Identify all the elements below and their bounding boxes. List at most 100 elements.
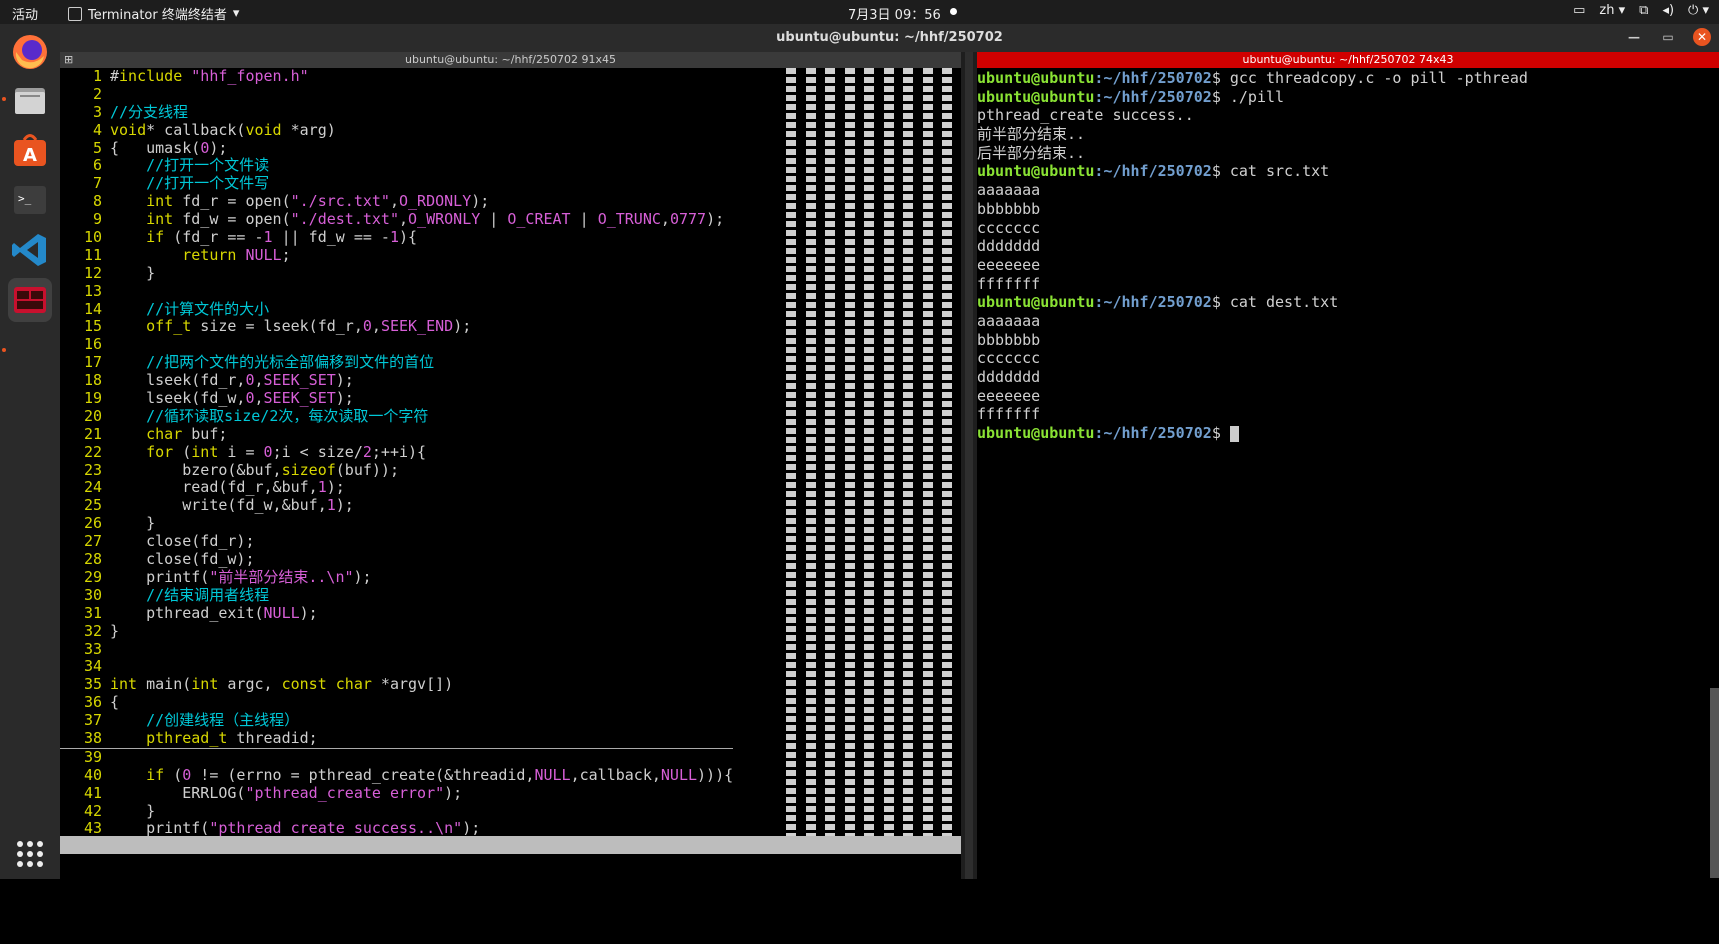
code-text: //把两个文件的光标全部偏移到文件的首位 [110, 353, 435, 372]
files-icon [15, 88, 45, 114]
code-line[interactable]: 32} [60, 621, 733, 641]
code-text: } [110, 621, 120, 640]
terminal-pane-left[interactable]: ⊞ ubuntu@ubuntu: ~/hhf/250702 91x45 1 #in… [60, 52, 967, 926]
dock-firefox[interactable] [8, 30, 52, 74]
line-number: 28 [83, 550, 102, 569]
top-bar: 活动 Terminator 终端终结者 ▾ 7月3日 09：56 ▭ zh ▾ … [0, 0, 1719, 24]
code-line[interactable]: 41 ERRLOG("pthread_create error"); [60, 783, 733, 803]
terminal-scrollbar[interactable] [1710, 688, 1719, 878]
status-position: 38,20-23 [607, 872, 680, 890]
terminal-output-line: ccccccc [977, 349, 1528, 369]
code-line[interactable]: 10 if (fd_r == -1 || fd_w == -1){ [60, 228, 733, 247]
code-line[interactable]: 6 //打开一个文件读 [60, 157, 733, 175]
minimize-button[interactable]: — [1625, 28, 1643, 46]
code-line[interactable]: 23 bzero(&buf,sizeof(buf)); [60, 461, 733, 480]
code-line[interactable]: 29 printf("前半部分结束..\n"); [60, 568, 733, 587]
code-line[interactable]: 2 [60, 85, 733, 104]
code-line[interactable]: 39 [60, 748, 733, 767]
code-line[interactable]: 3 //分支线程 [60, 103, 733, 122]
line-number: 6 [92, 156, 102, 175]
code-text: int fd_w = open("./dest.txt",O_WRONLY | … [146, 210, 725, 229]
code-line[interactable]: 19 lseek(fd_w,0,SEEK_SET); [60, 389, 733, 408]
code-line[interactable]: 9 int fd_w = open("./dest.txt",O_WRONLY … [60, 210, 733, 229]
volume-icon[interactable]: ◂) [1662, 3, 1674, 18]
code-line[interactable]: 36 { [60, 693, 733, 712]
terminal-pane-right[interactable]: ubuntu@ubuntu: ~/hhf/250702 74x43 ubuntu… [977, 52, 1719, 879]
dock-terminator[interactable] [8, 278, 52, 322]
activities-button[interactable]: 活动 [12, 4, 38, 23]
input-method[interactable]: zh ▾ [1599, 3, 1625, 18]
code-text: } [110, 801, 156, 820]
code-line[interactable]: 14 //计算文件的大小 [60, 300, 733, 319]
code-line[interactable]: 4 void* callback(void *arg) [60, 120, 733, 140]
network-icon[interactable]: ⧉ [1639, 3, 1648, 18]
keyboard-icon[interactable]: ▭ [1573, 3, 1585, 18]
code-line[interactable]: 35 int main(int argc, const char *argv[]) [60, 675, 733, 694]
pane-divider[interactable] [961, 52, 977, 879]
window-titlebar[interactable]: ubuntu@ubuntu: ~/hhf/250702 — ▭ ✕ [60, 24, 1719, 52]
code-line[interactable]: 5 { umask(0); [60, 139, 733, 158]
dock-files[interactable] [8, 78, 52, 122]
code-line[interactable]: 28 close(fd_w); [60, 550, 733, 569]
app-menu[interactable]: Terminator 终端终结者 ▾ [68, 4, 239, 23]
code-line[interactable]: 40 if (0 != (errno = pthread_create(&thr… [60, 766, 733, 785]
code-line[interactable]: 30 //结束调用者线程 [60, 585, 733, 605]
line-number: 27 [83, 532, 102, 551]
prompt-path: :~/hhf/250702 [1094, 87, 1212, 106]
code-text: ERRLOG("pthread_create error"); [110, 783, 463, 802]
code-line[interactable]: 20 //循环读取size/2次，每次读取一个字符 [60, 407, 733, 426]
pane-title-left[interactable]: ⊞ ubuntu@ubuntu: ~/hhf/250702 91x45 [60, 52, 961, 68]
prompt-symbol: $ [1211, 293, 1230, 312]
code-line[interactable]: 34 [60, 657, 733, 676]
line-number: 34 [83, 657, 102, 676]
code-line[interactable]: 27 close(fd_r); [60, 532, 733, 551]
code-line[interactable]: 37 //创建线程（主线程） [60, 711, 733, 730]
dock-terminal[interactable]: >_ [8, 178, 52, 222]
dock-vscode[interactable] [8, 228, 52, 272]
code-line[interactable]: 21 char buf; [60, 425, 733, 444]
code-line[interactable]: 42 } [60, 801, 733, 821]
vim-vertical-separator [805, 68, 816, 836]
power-icon[interactable]: ⏻ ▾ [1688, 3, 1709, 18]
maximize-button[interactable]: ▭ [1659, 28, 1677, 46]
close-button[interactable]: ✕ [1693, 28, 1711, 46]
show-apps-button[interactable] [8, 832, 52, 876]
prompt-path: :~/hhf/250702 [1094, 162, 1212, 181]
dock: A >_ [0, 24, 60, 879]
code-line[interactable]: 38 pthread_t threadid; [60, 729, 734, 749]
split-icon[interactable]: ⊞ [64, 52, 73, 68]
vim-vertical-separator [844, 68, 855, 836]
code-line[interactable]: 24 read(fd_r,&buf,1); [60, 479, 733, 497]
command-text: gcc threadcopy.c -o pill -pthread [1229, 69, 1528, 87]
code-line[interactable]: 12 } [60, 264, 733, 283]
code-line[interactable]: 7 //打开一个文件写 [60, 174, 733, 193]
code-line[interactable]: 17 //把两个文件的光标全部偏移到文件的首位 [60, 353, 733, 372]
line-number: 32 [83, 621, 102, 640]
code-line[interactable]: 18 lseek(fd_r,0,SEEK_SET); [60, 371, 733, 390]
code-line[interactable]: 1 #include "hhf_fopen.h" [60, 67, 733, 86]
code-line[interactable]: 15 off_t size = lseek(fd_r,0,SEEK_END); [60, 318, 733, 336]
running-indicator [2, 348, 6, 352]
system-tray[interactable]: ▭ zh ▾ ⧉ ◂) ⏻ ▾ [1573, 3, 1709, 18]
code-line[interactable]: 25 write(fd_w,&buf,1); [60, 496, 733, 515]
output-text: aaaaaaa [977, 311, 1041, 330]
pane-title-right[interactable]: ubuntu@ubuntu: ~/hhf/250702 74x43 [977, 52, 1719, 68]
code-line[interactable]: 11 return NULL; [60, 246, 733, 265]
terminal-output[interactable]: ubuntu@ubuntu:~/hhf/250702$ gcc threadco… [977, 69, 1528, 444]
prompt-user: ubuntu@ubuntu [977, 87, 1095, 106]
code-line[interactable]: 22 for (int i = 0;i < size/2;++i){ [60, 443, 733, 462]
prompt-path: :~/hhf/250702 [1094, 424, 1212, 443]
output-text: ccccccc [977, 218, 1041, 237]
code-line[interactable]: 31 pthread_exit(NULL); [60, 604, 733, 623]
vim-editor[interactable]: 1 #include "hhf_fopen.h" 2 3 //分支线程 4 void* ca… [60, 67, 734, 838]
clock[interactable]: 7月3日 09：56 [848, 4, 941, 23]
code-line[interactable]: 16 [60, 335, 733, 354]
code-line[interactable]: 26 } [60, 514, 733, 533]
code-line[interactable]: 8 int fd_r = open("./src.txt",O_RDONLY); [60, 192, 733, 211]
dock-software[interactable]: A [8, 128, 52, 172]
code-line[interactable]: 33 [60, 640, 733, 659]
code-text: void* callback(void *arg) [110, 120, 336, 139]
code-text: //结束调用者线程 [110, 585, 270, 604]
terminal-output-line: aaaaaaa [977, 181, 1528, 201]
code-line[interactable]: 13 [60, 282, 733, 301]
